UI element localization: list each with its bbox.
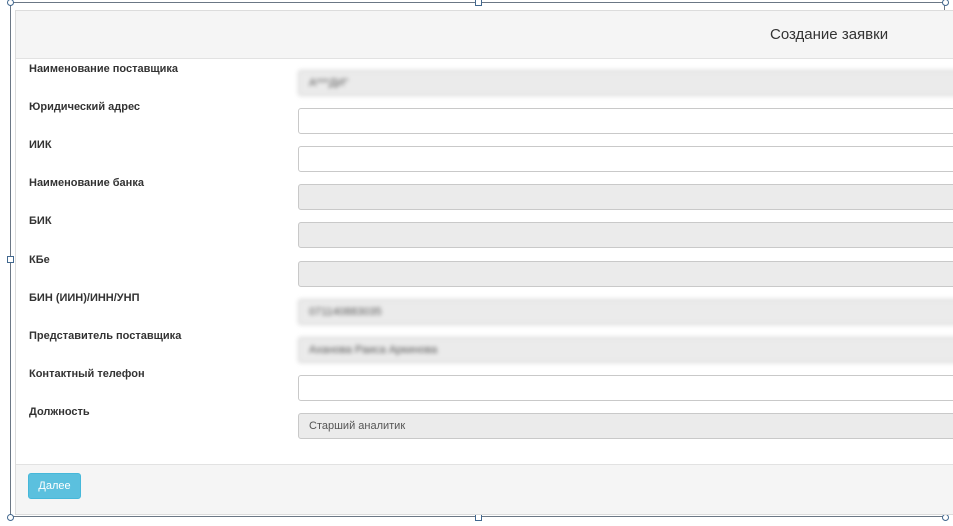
iik-row: ИИК <box>16 139 953 172</box>
kbe-label: КБе <box>29 254 50 266</box>
supplier-name-field[interactable] <box>298 70 953 96</box>
resize-handle-top-center[interactable] <box>475 0 482 6</box>
resize-handle-middle-left[interactable] <box>7 256 14 263</box>
bank-name-row: Наименование банка <box>16 177 953 210</box>
bin-label: БИН (ИИН)/ИНН/УНП <box>29 292 140 304</box>
legal-address-row: Юридический адрес <box>16 101 953 134</box>
supplier-representative-label: Представитель поставщика <box>29 330 182 342</box>
kbe-field[interactable] <box>298 261 953 287</box>
panel-footer: Далее <box>16 464 953 514</box>
supplier-name-label: Наименование поставщика <box>29 63 179 75</box>
bik-label: БИК <box>29 215 52 227</box>
supplier-name-row: Наименование поставщика <box>16 63 953 96</box>
position-label: Должность <box>29 406 90 418</box>
contact-phone-row: Контактный телефон <box>16 368 953 401</box>
next-button[interactable]: Далее <box>28 473 81 499</box>
position-field[interactable] <box>298 413 953 439</box>
resize-handle-bottom-center[interactable] <box>475 514 482 521</box>
resize-handle-top-right[interactable] <box>942 0 949 6</box>
resize-handle-bottom-left[interactable] <box>7 514 14 521</box>
contact-phone-field[interactable] <box>298 375 953 401</box>
supplier-representative-row: Представитель поставщика <box>16 330 953 363</box>
bank-name-label: Наименование банка <box>29 177 144 189</box>
legal-address-label: Юридический адрес <box>29 101 141 113</box>
iik-field[interactable] <box>298 146 953 172</box>
kbe-row: КБе <box>16 254 953 287</box>
iik-label: ИИК <box>29 139 52 151</box>
form-title: Создание заявки <box>770 26 889 43</box>
bank-name-field[interactable] <box>298 184 953 210</box>
position-row: Должность <box>16 406 953 439</box>
request-form-panel: Создание заявки Наименование поставщика Ю… <box>15 10 953 515</box>
supplier-representative-field[interactable] <box>298 337 953 363</box>
contact-phone-label: Контактный телефон <box>29 368 145 380</box>
bin-row: БИН (ИИН)/ИНН/УНП <box>16 292 953 325</box>
resize-handle-bottom-right[interactable] <box>942 514 949 521</box>
bik-field[interactable] <box>298 222 953 248</box>
bin-field[interactable] <box>298 299 953 325</box>
bik-row: БИК <box>16 215 953 248</box>
legal-address-field[interactable] <box>298 108 953 134</box>
panel-header: Создание заявки <box>16 11 953 59</box>
